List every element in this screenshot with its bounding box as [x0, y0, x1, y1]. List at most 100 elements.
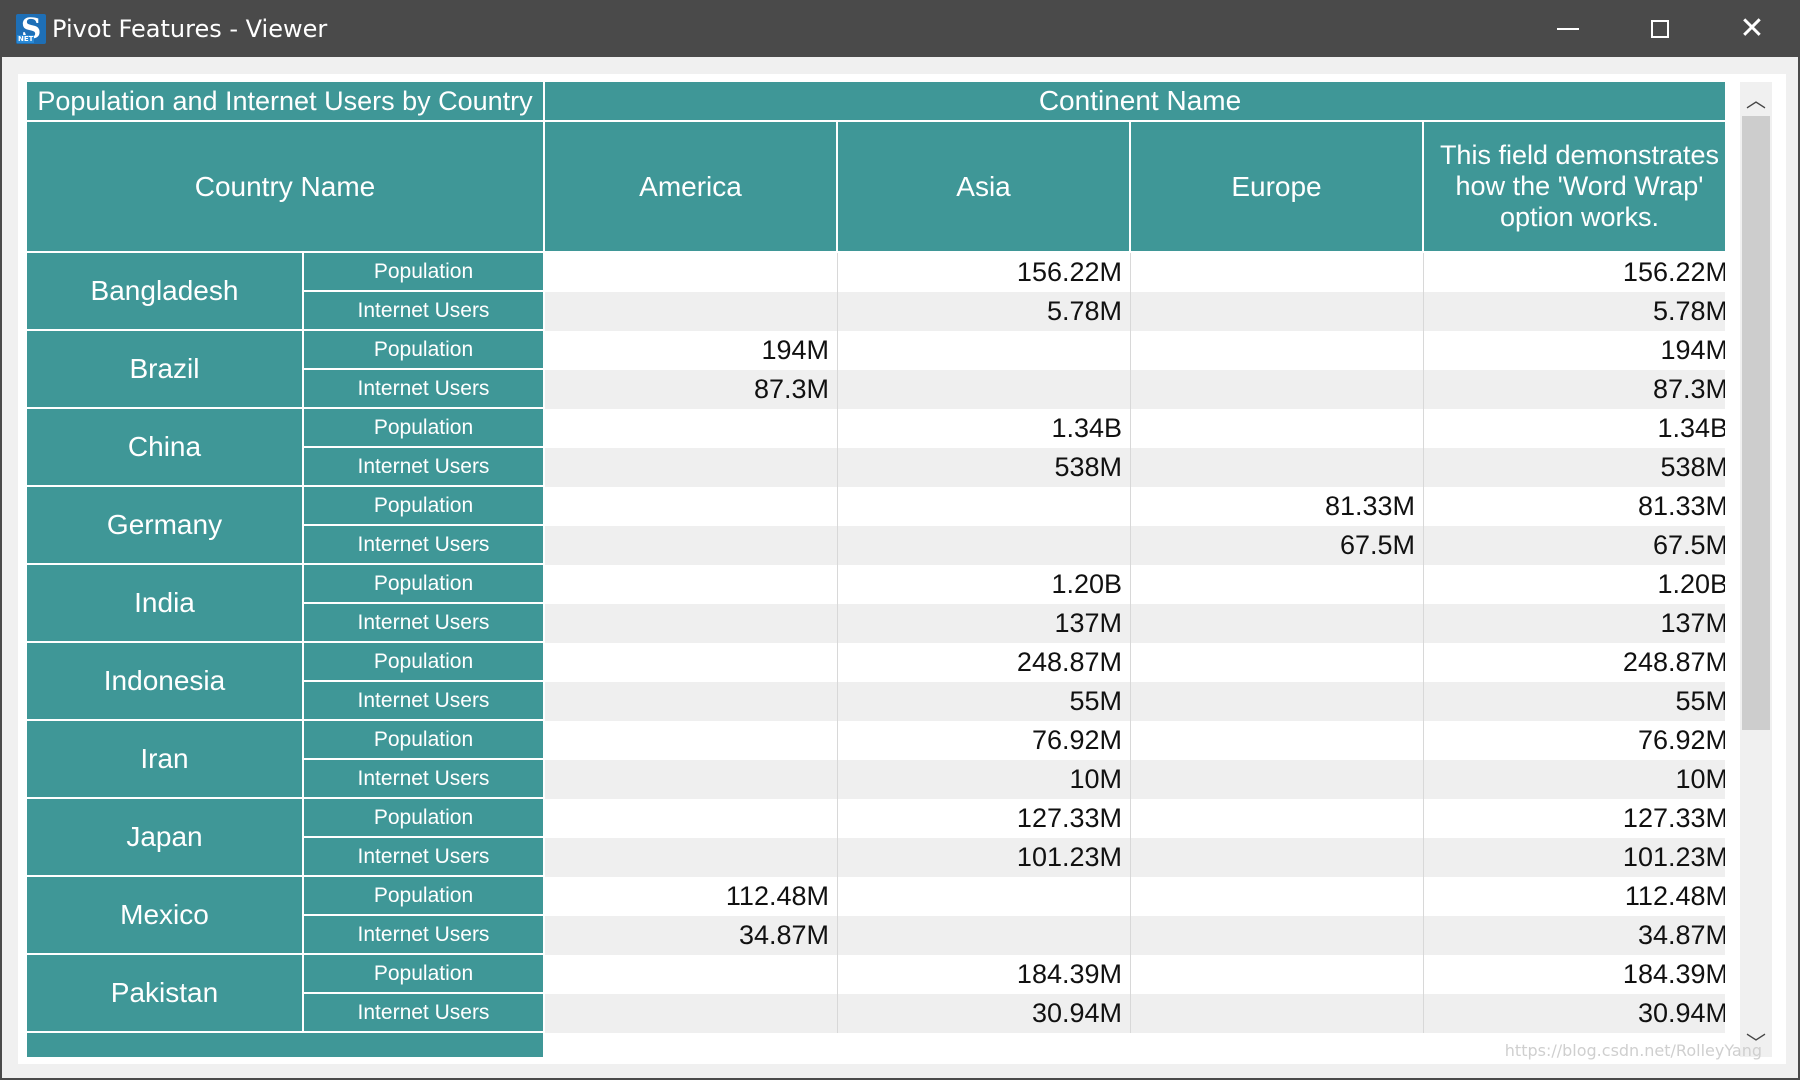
data-cell[interactable]: 101.23M — [1424, 838, 1725, 877]
data-cell[interactable] — [545, 799, 838, 838]
data-cell[interactable]: 67.5M — [1424, 526, 1725, 565]
close-button[interactable]: ✕ — [1706, 0, 1798, 57]
data-cell[interactable] — [1131, 916, 1424, 955]
column-header-0[interactable]: America — [545, 122, 838, 253]
data-cell[interactable] — [1131, 292, 1424, 331]
data-cell[interactable]: 30.94M — [1424, 994, 1725, 1033]
data-cell[interactable]: 156.22M — [1424, 253, 1725, 292]
data-cell[interactable] — [1131, 643, 1424, 682]
data-cell[interactable]: 87.3M — [1424, 370, 1725, 409]
data-cell[interactable] — [1131, 799, 1424, 838]
column-header-1[interactable]: Asia — [838, 122, 1131, 253]
data-cell[interactable]: 184.39M — [1424, 955, 1725, 994]
data-cell[interactable]: 101.23M — [838, 838, 1131, 877]
row-header-country[interactable]: Brazil — [27, 331, 304, 409]
data-cell[interactable]: 55M — [838, 682, 1131, 721]
data-cell[interactable] — [545, 565, 838, 604]
data-cell[interactable] — [545, 604, 838, 643]
data-cell[interactable]: 112.48M — [1424, 877, 1725, 916]
data-cell[interactable]: 10M — [838, 760, 1131, 799]
data-cell[interactable] — [1131, 448, 1424, 487]
data-cell[interactable] — [1131, 994, 1424, 1033]
data-cell[interactable]: 1.20B — [838, 565, 1131, 604]
data-cell[interactable] — [1131, 565, 1424, 604]
data-cell[interactable] — [545, 409, 838, 448]
data-cell[interactable] — [545, 994, 838, 1033]
data-cell[interactable]: 137M — [1424, 604, 1725, 643]
data-cell[interactable] — [1131, 682, 1424, 721]
data-cell[interactable]: 194M — [545, 331, 838, 370]
data-cell[interactable] — [1131, 955, 1424, 994]
data-cell[interactable]: 1.20B — [1424, 565, 1725, 604]
row-header-country[interactable]: Pakistan — [27, 955, 304, 1033]
data-cell[interactable] — [1131, 838, 1424, 877]
row-header-country[interactable]: Mexico — [27, 877, 304, 955]
row-header-country[interactable]: Germany — [27, 487, 304, 565]
data-cell[interactable]: 5.78M — [838, 292, 1131, 331]
row-field-header[interactable]: Country Name — [27, 122, 545, 253]
row-header-country[interactable]: Bangladesh — [27, 253, 304, 331]
data-cell[interactable]: 127.33M — [838, 799, 1131, 838]
data-cell[interactable]: 5.78M — [1424, 292, 1725, 331]
data-cell[interactable]: 81.33M — [1131, 487, 1424, 526]
row-header-country[interactable]: China — [27, 409, 304, 487]
data-cell[interactable]: 81.33M — [1424, 487, 1725, 526]
pivot-grid[interactable]: Population and Internet Users by Country… — [27, 82, 1725, 1057]
scroll-thumb[interactable] — [1742, 116, 1770, 730]
data-cell[interactable] — [838, 916, 1131, 955]
data-cell[interactable]: 538M — [1424, 448, 1725, 487]
data-cell[interactable]: 248.87M — [1424, 643, 1725, 682]
data-cell[interactable] — [545, 643, 838, 682]
data-cell[interactable] — [1131, 760, 1424, 799]
data-cell[interactable] — [838, 877, 1131, 916]
data-cell[interactable]: 127.33M — [1424, 799, 1725, 838]
data-cell[interactable] — [545, 253, 838, 292]
data-cell[interactable]: 67.5M — [1131, 526, 1424, 565]
row-header-country[interactable]: Iran — [27, 721, 304, 799]
data-cell[interactable] — [545, 682, 838, 721]
data-cell[interactable]: 30.94M — [838, 994, 1131, 1033]
column-header-3[interactable]: This field demonstrates how the 'Word Wr… — [1424, 122, 1725, 253]
data-cell[interactable] — [545, 760, 838, 799]
data-cell[interactable]: 194M — [1424, 331, 1725, 370]
data-cell[interactable] — [545, 292, 838, 331]
maximize-button[interactable] — [1614, 0, 1706, 57]
data-cell[interactable]: 76.92M — [838, 721, 1131, 760]
data-cell[interactable] — [545, 487, 838, 526]
data-cell[interactable] — [545, 526, 838, 565]
data-cell[interactable] — [1131, 409, 1424, 448]
data-cell[interactable]: 137M — [838, 604, 1131, 643]
data-cell[interactable]: 10M — [1424, 760, 1725, 799]
data-cell[interactable]: 156.22M — [838, 253, 1131, 292]
data-cell[interactable]: 1.34B — [1424, 409, 1725, 448]
data-cell[interactable] — [1131, 253, 1424, 292]
vertical-scrollbar[interactable]: ︿ ﹀ — [1740, 82, 1772, 1057]
column-field-header[interactable]: Continent Name — [545, 82, 1725, 122]
data-cell[interactable]: 76.92M — [1424, 721, 1725, 760]
data-cell[interactable] — [545, 721, 838, 760]
row-header-country[interactable]: Indonesia — [27, 643, 304, 721]
data-cell[interactable] — [838, 370, 1131, 409]
data-cell[interactable] — [1131, 370, 1424, 409]
scroll-up-icon[interactable]: ︿ — [1740, 82, 1772, 114]
row-header-country[interactable]: India — [27, 565, 304, 643]
data-cell[interactable] — [838, 526, 1131, 565]
data-cell[interactable]: 248.87M — [838, 643, 1131, 682]
data-cell[interactable] — [1131, 331, 1424, 370]
data-cell[interactable] — [545, 448, 838, 487]
data-cell[interactable]: 1.34B — [838, 409, 1131, 448]
data-cell[interactable] — [545, 955, 838, 994]
data-cell[interactable]: 55M — [1424, 682, 1725, 721]
data-cell[interactable] — [838, 487, 1131, 526]
data-cell[interactable] — [1131, 721, 1424, 760]
data-cell[interactable] — [1131, 877, 1424, 916]
minimize-button[interactable] — [1522, 0, 1614, 57]
data-cell[interactable] — [838, 331, 1131, 370]
data-cell[interactable]: 87.3M — [545, 370, 838, 409]
column-header-2[interactable]: Europe — [1131, 122, 1424, 253]
data-cell[interactable]: 112.48M — [545, 877, 838, 916]
data-cell[interactable]: 538M — [838, 448, 1131, 487]
data-cell[interactable]: 34.87M — [1424, 916, 1725, 955]
data-cell[interactable]: 34.87M — [545, 916, 838, 955]
data-cell[interactable] — [545, 838, 838, 877]
